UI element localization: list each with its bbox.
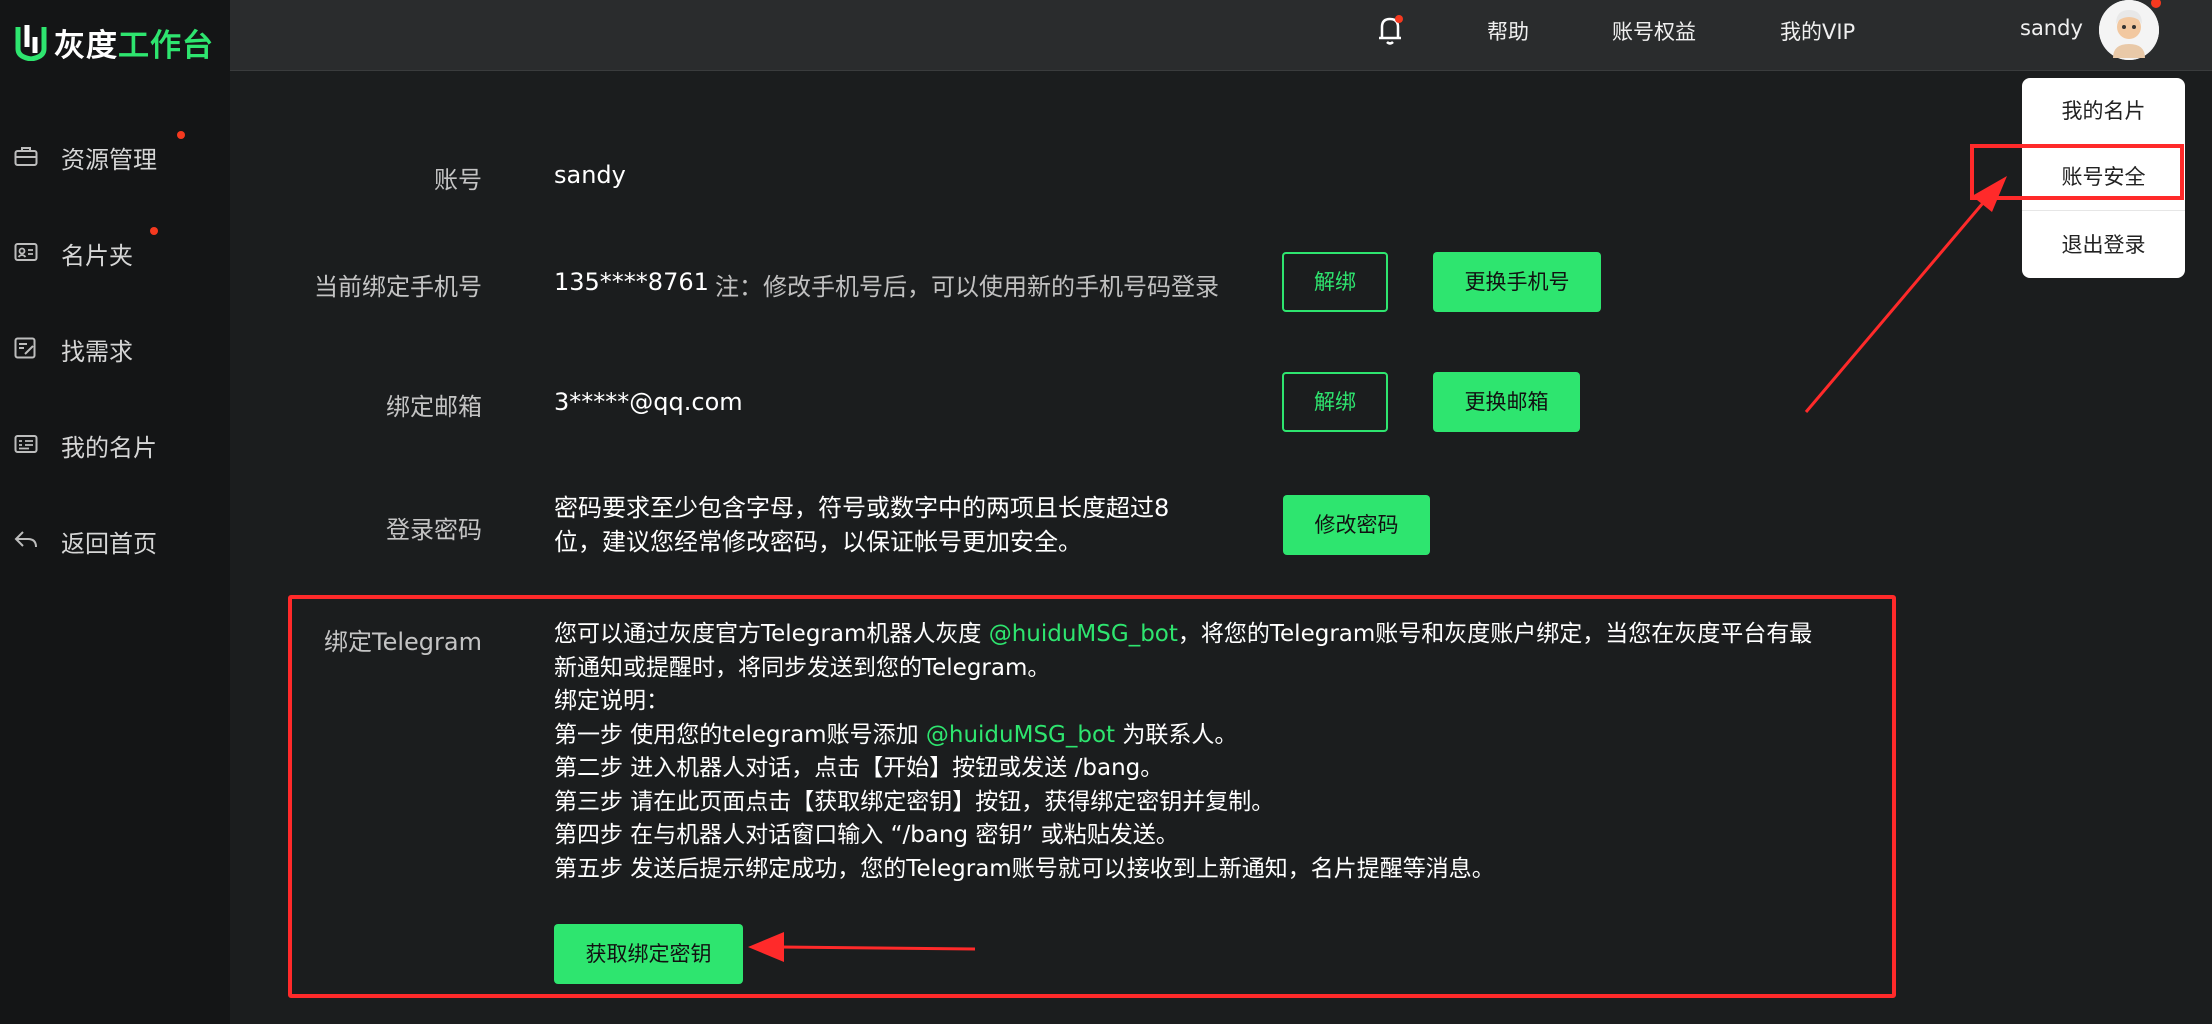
edit-note-icon: [14, 337, 36, 359]
password-description-line2: 位，建议您经常修改密码，以保证帐号更加安全。: [554, 528, 1082, 556]
change-email-button[interactable]: 更换邮箱: [1433, 372, 1580, 432]
notification-bell[interactable]: [1373, 12, 1407, 48]
annotation-box-telegram: [288, 595, 1896, 998]
phone-note: 注：修改手机号后，可以使用新的手机号码登录: [715, 273, 1219, 301]
notification-dot: [150, 227, 158, 235]
brand-name-part1: 灰度: [54, 27, 118, 64]
top-header: 帮助 账号权益 我的VIP sandy: [230, 0, 2212, 71]
avatar-icon: [2099, 0, 2159, 60]
avatar[interactable]: [2099, 0, 2161, 60]
sidebar-item-label: 我的名片: [61, 434, 157, 462]
id-card-icon: [14, 435, 38, 453]
phone-unbind-button[interactable]: 解绑: [1282, 252, 1388, 312]
logo-icon: [15, 25, 47, 61]
phone-label: 当前绑定手机号: [314, 273, 482, 301]
sidebar-item-card-holder[interactable]: 名片夹: [0, 222, 230, 282]
phone-value: 135****8761: [554, 268, 709, 296]
sidebar-item-label: 返回首页: [61, 530, 157, 558]
notification-dot: [177, 131, 185, 139]
menu-item-logout[interactable]: 退出登录: [2022, 212, 2185, 278]
sidebar-item-label: 名片夹: [61, 242, 133, 270]
email-label: 绑定邮箱: [386, 393, 482, 421]
sidebar: 灰度 工作台 资源管理 名片夹 找需求 我的名片 返回首页: [0, 0, 230, 1024]
header-username[interactable]: sandy: [2020, 16, 2083, 40]
arrow-icon-to-security: [1804, 176, 2007, 413]
card-holder-icon: [14, 243, 38, 261]
sidebar-item-label: 找需求: [61, 338, 133, 366]
change-password-button[interactable]: 修改密码: [1283, 495, 1430, 555]
brand-name-part2: 工作台: [118, 27, 214, 64]
email-unbind-button[interactable]: 解绑: [1282, 372, 1388, 432]
sidebar-item-my-card[interactable]: 我的名片: [0, 414, 230, 474]
sidebar-item-find-demand[interactable]: 找需求: [0, 318, 230, 378]
my-vip-link[interactable]: 我的VIP: [1780, 16, 1855, 46]
account-label: 账号: [434, 166, 482, 194]
account-rights-link[interactable]: 账号权益: [1612, 16, 1696, 46]
account-value: sandy: [554, 161, 626, 189]
notification-dot: [2151, 0, 2161, 8]
password-description: 密码要求至少包含字母，符号或数字中的两项且长度超过8 位，建议您经常修改密码，以…: [554, 491, 1194, 559]
annotation-box-account-security: [1970, 144, 2184, 200]
password-description-line1: 密码要求至少包含字母，符号或数字中的两项且长度超过8: [554, 494, 1170, 522]
back-arrow-icon: [14, 531, 37, 548]
briefcase-icon: [14, 147, 38, 166]
sidebar-item-label: 资源管理: [61, 146, 157, 174]
help-link[interactable]: 帮助: [1487, 16, 1529, 46]
sidebar-item-resources[interactable]: 资源管理: [0, 126, 230, 186]
change-phone-button[interactable]: 更换手机号: [1433, 252, 1601, 312]
menu-divider: [2022, 210, 2185, 211]
notification-dot: [1395, 15, 1403, 23]
brand-logo[interactable]: 灰度 工作台: [14, 22, 214, 64]
sidebar-item-home[interactable]: 返回首页: [0, 510, 230, 570]
menu-item-my-card[interactable]: 我的名片: [2022, 78, 2185, 144]
email-value: 3*****@qq.com: [554, 388, 743, 416]
password-label: 登录密码: [386, 516, 482, 544]
